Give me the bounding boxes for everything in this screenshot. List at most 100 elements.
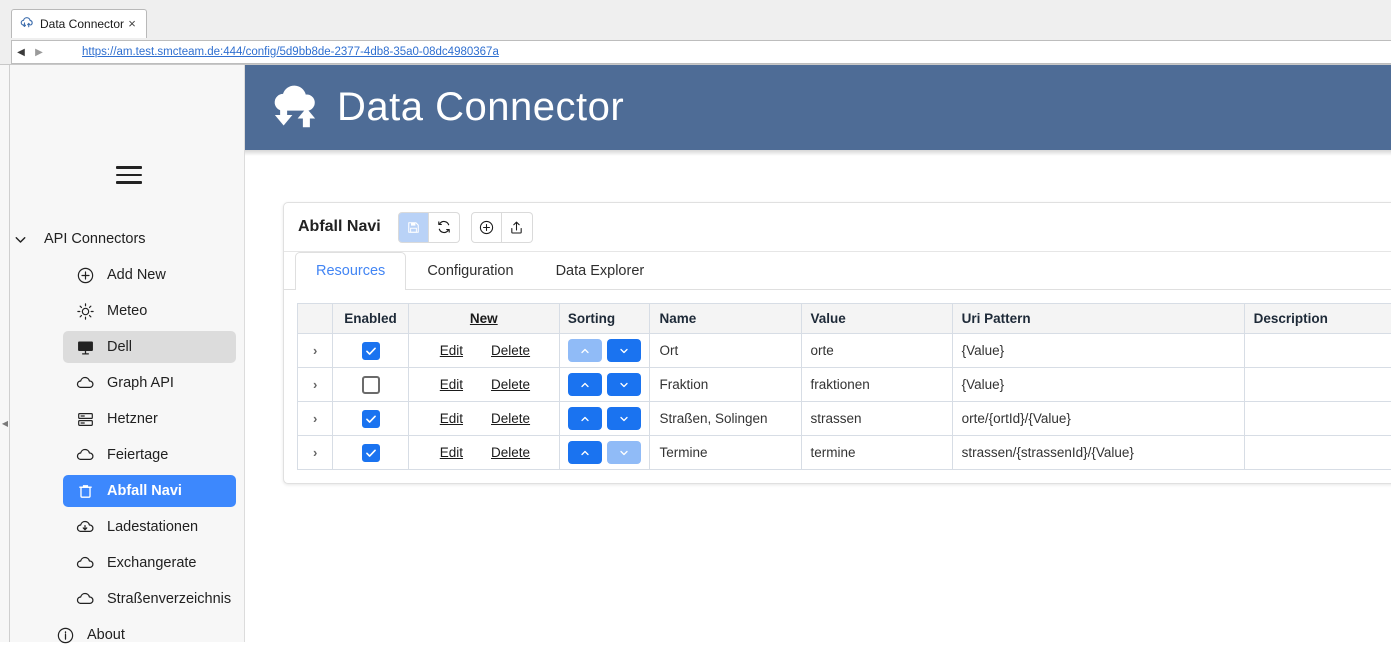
cell-expand[interactable]: › xyxy=(298,436,333,470)
chevron-right-icon[interactable]: › xyxy=(313,377,317,392)
sort-down-button[interactable] xyxy=(607,373,641,396)
main-content: Data Connector Abfall Navi xyxy=(245,65,1391,642)
browser-tab[interactable]: Data Connector × xyxy=(11,9,147,38)
add-button[interactable] xyxy=(471,212,502,243)
sidebar-item-dell[interactable]: Dell xyxy=(63,331,236,363)
resources-table: Enabled New Sorting Name Value Uri Patte… xyxy=(297,303,1391,470)
chevron-up-icon xyxy=(579,379,591,391)
cell-name: Fraktion xyxy=(650,368,801,402)
url-text[interactable]: https://am.test.smcteam.de:444/config/5d… xyxy=(82,46,499,58)
refresh-button[interactable] xyxy=(429,212,460,243)
edit-link[interactable]: Edit xyxy=(440,411,463,426)
cell-actions: Edit Delete xyxy=(408,436,559,470)
tab-configuration[interactable]: Configuration xyxy=(406,251,534,289)
chevron-right-icon[interactable]: › xyxy=(313,445,317,460)
close-icon[interactable]: × xyxy=(125,17,139,31)
sidebar-item-meteo[interactable]: Meteo xyxy=(63,295,236,327)
sidebar-item-add-new[interactable]: Add New xyxy=(63,259,236,291)
sidebar-item-exchangerate[interactable]: Exchangerate xyxy=(63,547,236,579)
table-row: › Edit Delete xyxy=(298,368,1391,402)
tab-data-explorer[interactable]: Data Explorer xyxy=(535,251,666,289)
table-body: › Edit Delete xyxy=(298,334,1391,470)
info-circle-icon xyxy=(54,624,76,646)
cell-expand[interactable]: › xyxy=(298,334,333,368)
hamburger-menu-icon[interactable] xyxy=(112,160,146,190)
cell-description xyxy=(1244,334,1391,368)
sidebar-group-api-connectors[interactable]: API Connectors xyxy=(12,223,237,255)
cloud-icon xyxy=(74,444,96,466)
sort-down-button[interactable] xyxy=(607,441,641,464)
export-button[interactable] xyxy=(502,212,533,243)
delete-link[interactable]: Delete xyxy=(491,411,530,426)
column-header-value: Value xyxy=(801,304,952,334)
browser-url-bar[interactable]: ◀ ▶ https://am.test.smcteam.de:444/confi… xyxy=(11,40,1391,64)
column-header-actions: New xyxy=(408,304,559,334)
cell-value: termine xyxy=(801,436,952,470)
cell-actions: Edit Delete xyxy=(408,334,559,368)
chevron-down-icon xyxy=(618,345,630,357)
enabled-checkbox[interactable] xyxy=(362,376,380,394)
column-header-name: Name xyxy=(650,304,801,334)
sort-down-button[interactable] xyxy=(607,339,641,362)
delete-link[interactable]: Delete xyxy=(491,445,530,460)
enabled-checkbox[interactable] xyxy=(362,410,380,428)
sidebar-item-label: Dell xyxy=(107,339,132,355)
hamburger-bar-2 xyxy=(116,174,142,177)
delete-link[interactable]: Delete xyxy=(491,377,530,392)
table-row: › Edit Delete xyxy=(298,334,1391,368)
cell-name: Ort xyxy=(650,334,801,368)
sort-up-button[interactable] xyxy=(568,407,602,430)
column-header-sorting: Sorting xyxy=(559,304,650,334)
chevron-up-icon xyxy=(579,345,591,357)
sidebar-item-label: Ladestationen xyxy=(107,519,198,535)
new-link[interactable]: New xyxy=(470,311,498,326)
save-button[interactable] xyxy=(398,212,429,243)
sort-up-button[interactable] xyxy=(568,339,602,362)
edit-link[interactable]: Edit xyxy=(440,343,463,358)
collapse-left-icon[interactable]: ◀ xyxy=(1,417,9,431)
cell-actions: Edit Delete xyxy=(408,402,559,436)
forward-arrow-icon[interactable]: ▶ xyxy=(30,47,48,58)
sidebar-item-hetzner[interactable]: Hetzner xyxy=(63,403,236,435)
tab-resources[interactable]: Resources xyxy=(295,252,406,290)
sort-down-button[interactable] xyxy=(607,407,641,430)
resources-table-wrap: Enabled New Sorting Name Value Uri Patte… xyxy=(284,290,1391,483)
sidebar-item-ladestationen[interactable]: Ladestationen xyxy=(63,511,236,543)
cell-expand[interactable]: › xyxy=(298,402,333,436)
cell-uri-pattern: {Value} xyxy=(952,368,1244,402)
back-arrow-icon[interactable]: ◀ xyxy=(12,47,30,58)
sidebar-item-label: Straßenverzeichnis xyxy=(107,591,231,607)
cell-enabled xyxy=(333,402,409,436)
sort-up-button[interactable] xyxy=(568,373,602,396)
enabled-checkbox[interactable] xyxy=(362,444,380,462)
chevron-down-icon xyxy=(12,231,44,248)
sidebar-item-label: About xyxy=(87,627,125,643)
sidebar-item-feiertage[interactable]: Feiertage xyxy=(63,439,236,471)
browser-chrome: Data Connector × ◀ ▶ https://am.test.smc… xyxy=(0,0,1391,65)
monitor-icon xyxy=(74,336,96,358)
sidebar-item-graph-api[interactable]: Graph API xyxy=(63,367,236,399)
sidebar-item-abfall-navi[interactable]: Abfall Navi xyxy=(63,475,236,507)
sidebar-item-strassenverzeichnis[interactable]: Straßenverzeichnis xyxy=(63,583,236,615)
chevron-right-icon[interactable]: › xyxy=(313,343,317,358)
chevron-down-icon xyxy=(618,447,630,459)
delete-link[interactable]: Delete xyxy=(491,343,530,358)
plus-circle-icon xyxy=(74,264,96,286)
page-body: ◀ API Connectors Add New xyxy=(0,65,1391,642)
hamburger-bar-1 xyxy=(116,166,142,169)
refresh-icon xyxy=(436,219,452,235)
sort-up-button[interactable] xyxy=(568,441,602,464)
chevron-right-icon[interactable]: › xyxy=(313,411,317,426)
chevron-down-icon xyxy=(618,413,630,425)
enabled-checkbox[interactable] xyxy=(362,342,380,360)
edit-link[interactable]: Edit xyxy=(440,445,463,460)
cell-enabled xyxy=(333,436,409,470)
column-header-description: Description xyxy=(1244,304,1391,334)
sidebar-item-about[interactable]: About xyxy=(48,619,236,651)
cell-expand[interactable]: › xyxy=(298,368,333,402)
cell-sorting xyxy=(559,368,650,402)
cell-uri-pattern: {Value} xyxy=(952,334,1244,368)
cloud-icon xyxy=(74,552,96,574)
cell-description xyxy=(1244,436,1391,470)
edit-link[interactable]: Edit xyxy=(440,377,463,392)
